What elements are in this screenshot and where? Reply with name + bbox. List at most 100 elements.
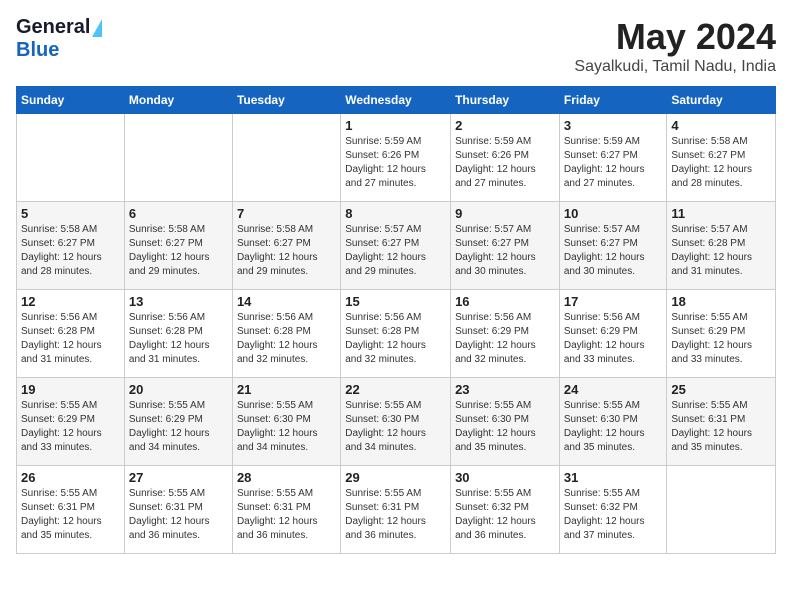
calendar-cell: 26Sunrise: 5:55 AM Sunset: 6:31 PM Dayli… <box>17 466 125 554</box>
logo-general: General <box>16 16 90 39</box>
day-info: Sunrise: 5:57 AM Sunset: 6:28 PM Dayligh… <box>671 223 771 279</box>
day-info: Sunrise: 5:55 AM Sunset: 6:30 PM Dayligh… <box>237 399 336 455</box>
day-info: Sunrise: 5:55 AM Sunset: 6:29 PM Dayligh… <box>671 311 771 367</box>
calendar-body: 1 Sunrise: 5:59 AM Sunset: 6:26 PM Daylig… <box>17 114 776 554</box>
day-number: 13 <box>129 294 228 309</box>
day-number: 27 <box>129 470 228 485</box>
day-info: Sunrise: 5:57 AM Sunset: 6:27 PM Dayligh… <box>455 223 555 279</box>
header-saturday: Saturday <box>667 87 776 114</box>
day-info: Sunrise: 5:59 AM Sunset: 6:26 PM Dayligh… <box>455 135 555 191</box>
day-info: Sunrise: 5:58 AM Sunset: 6:27 PM Dayligh… <box>21 223 120 279</box>
day-info: Sunrise: 5:55 AM Sunset: 6:29 PM Dayligh… <box>129 399 228 455</box>
day-number: 21 <box>237 382 336 397</box>
day-info: Sunrise: 5:55 AM Sunset: 6:32 PM Dayligh… <box>564 487 663 543</box>
calendar-cell: 11 Sunrise: 5:57 AM Sunset: 6:28 PM Dayli… <box>667 202 776 290</box>
calendar-cell: 24 Sunrise: 5:55 AM Sunset: 6:30 PM Dayli… <box>559 378 667 466</box>
calendar-cell: 16 Sunrise: 5:56 AM Sunset: 6:29 PM Dayli… <box>451 290 560 378</box>
calendar-cell: 20Sunrise: 5:55 AM Sunset: 6:29 PM Dayli… <box>124 378 232 466</box>
calendar-cell: 21 Sunrise: 5:55 AM Sunset: 6:30 PM Dayli… <box>232 378 340 466</box>
calendar-cell: 23 Sunrise: 5:55 AM Sunset: 6:30 PM Dayli… <box>451 378 560 466</box>
calendar-cell: 25 Sunrise: 5:55 AM Sunset: 6:31 PM Dayli… <box>667 378 776 466</box>
calendar-cell: 22 Sunrise: 5:55 AM Sunset: 6:30 PM Dayli… <box>341 378 451 466</box>
week-row-3: 19 Sunrise: 5:55 AM Sunset: 6:29 PM Dayli… <box>17 378 776 466</box>
header-tuesday: Tuesday <box>232 87 340 114</box>
day-info: Sunrise: 5:55 AM Sunset: 6:32 PM Dayligh… <box>455 487 555 543</box>
calendar-cell: 17 Sunrise: 5:56 AM Sunset: 6:29 PM Dayli… <box>559 290 667 378</box>
calendar-table: SundayMondayTuesdayWednesdayThursdayFrid… <box>16 86 776 554</box>
day-number: 3 <box>564 118 663 133</box>
calendar-cell: 29Sunrise: 5:55 AM Sunset: 6:31 PM Dayli… <box>341 466 451 554</box>
day-number: 10 <box>564 206 663 221</box>
day-number: 23 <box>455 382 555 397</box>
day-number: 15 <box>345 294 446 309</box>
day-number: 4 <box>671 118 771 133</box>
day-info: Sunrise: 5:55 AM Sunset: 6:30 PM Dayligh… <box>455 399 555 455</box>
day-info: Sunrise: 5:55 AM Sunset: 6:31 PM Dayligh… <box>237 487 336 543</box>
calendar-cell: 14 Sunrise: 5:56 AM Sunset: 6:28 PM Dayli… <box>232 290 340 378</box>
day-number: 5 <box>21 206 120 221</box>
day-number: 9 <box>455 206 555 221</box>
day-number: 24 <box>564 382 663 397</box>
day-number: 7 <box>237 206 336 221</box>
calendar-cell: 12Sunrise: 5:56 AM Sunset: 6:28 PM Dayli… <box>17 290 125 378</box>
calendar-cell: 6Sunrise: 5:58 AM Sunset: 6:27 PM Daylig… <box>124 202 232 290</box>
day-number: 17 <box>564 294 663 309</box>
calendar-cell <box>124 114 232 202</box>
day-info: Sunrise: 5:57 AM Sunset: 6:27 PM Dayligh… <box>345 223 446 279</box>
calendar-cell: 2 Sunrise: 5:59 AM Sunset: 6:26 PM Daylig… <box>451 114 560 202</box>
day-number: 19 <box>21 382 120 397</box>
header-thursday: Thursday <box>451 87 560 114</box>
calendar-cell: 8 Sunrise: 5:57 AM Sunset: 6:27 PM Daylig… <box>341 202 451 290</box>
calendar-cell <box>667 466 776 554</box>
day-number: 25 <box>671 382 771 397</box>
day-number: 14 <box>237 294 336 309</box>
location-title: Sayalkudi, Tamil Nadu, India <box>574 58 776 76</box>
day-number: 22 <box>345 382 446 397</box>
calendar-cell: 28 Sunrise: 5:55 AM Sunset: 6:31 PM Dayli… <box>232 466 340 554</box>
day-number: 31 <box>564 470 663 485</box>
calendar-cell: 30 Sunrise: 5:55 AM Sunset: 6:32 PM Dayli… <box>451 466 560 554</box>
day-number: 6 <box>129 206 228 221</box>
day-number: 28 <box>237 470 336 485</box>
header-wednesday: Wednesday <box>341 87 451 114</box>
day-info: Sunrise: 5:55 AM Sunset: 6:31 PM Dayligh… <box>671 399 771 455</box>
logo: General Blue <box>16 16 102 62</box>
day-info: Sunrise: 5:56 AM Sunset: 6:29 PM Dayligh… <box>455 311 555 367</box>
calendar-cell: 13Sunrise: 5:56 AM Sunset: 6:28 PM Dayli… <box>124 290 232 378</box>
day-info: Sunrise: 5:55 AM Sunset: 6:30 PM Dayligh… <box>564 399 663 455</box>
week-row-4: 26Sunrise: 5:55 AM Sunset: 6:31 PM Dayli… <box>17 466 776 554</box>
logo-arrow-icon <box>92 19 102 37</box>
day-info: Sunrise: 5:59 AM Sunset: 6:27 PM Dayligh… <box>564 135 663 191</box>
day-info: Sunrise: 5:56 AM Sunset: 6:28 PM Dayligh… <box>237 311 336 367</box>
day-number: 30 <box>455 470 555 485</box>
header-row: SundayMondayTuesdayWednesdayThursdayFrid… <box>17 87 776 114</box>
week-row-0: 1 Sunrise: 5:59 AM Sunset: 6:26 PM Daylig… <box>17 114 776 202</box>
calendar-cell: 18 Sunrise: 5:55 AM Sunset: 6:29 PM Dayli… <box>667 290 776 378</box>
header-friday: Friday <box>559 87 667 114</box>
week-row-1: 5 Sunrise: 5:58 AM Sunset: 6:27 PM Daylig… <box>17 202 776 290</box>
day-info: Sunrise: 5:55 AM Sunset: 6:29 PM Dayligh… <box>21 399 120 455</box>
day-info: Sunrise: 5:55 AM Sunset: 6:30 PM Dayligh… <box>345 399 446 455</box>
calendar-cell: 5 Sunrise: 5:58 AM Sunset: 6:27 PM Daylig… <box>17 202 125 290</box>
day-info: Sunrise: 5:57 AM Sunset: 6:27 PM Dayligh… <box>564 223 663 279</box>
day-number: 12 <box>21 294 120 309</box>
day-info: Sunrise: 5:56 AM Sunset: 6:29 PM Dayligh… <box>564 311 663 367</box>
week-row-2: 12 Sunrise: 5:56 AM Sunset: 6:28 PM Dayli… <box>17 290 776 378</box>
day-info: Sunrise: 5:59 AM Sunset: 6:26 PM Dayligh… <box>345 135 446 191</box>
calendar-cell: 27Sunrise: 5:55 AM Sunset: 6:31 PM Dayli… <box>124 466 232 554</box>
logo-blue: Blue <box>16 39 59 62</box>
calendar-cell <box>17 114 125 202</box>
day-number: 8 <box>345 206 446 221</box>
header-sunday: Sunday <box>17 87 125 114</box>
day-number: 11 <box>671 206 771 221</box>
calendar-header: SundayMondayTuesdayWednesdayThursdayFrid… <box>17 87 776 114</box>
calendar-cell: 9 Sunrise: 5:57 AM Sunset: 6:27 PM Daylig… <box>451 202 560 290</box>
day-number: 16 <box>455 294 555 309</box>
day-number: 1 <box>345 118 446 133</box>
header-monday: Monday <box>124 87 232 114</box>
day-number: 2 <box>455 118 555 133</box>
day-number: 18 <box>671 294 771 309</box>
calendar-cell: 3 Sunrise: 5:59 AM Sunset: 6:27 PM Daylig… <box>559 114 667 202</box>
day-info: Sunrise: 5:56 AM Sunset: 6:28 PM Dayligh… <box>345 311 446 367</box>
month-title: May 2024 <box>574 16 776 58</box>
